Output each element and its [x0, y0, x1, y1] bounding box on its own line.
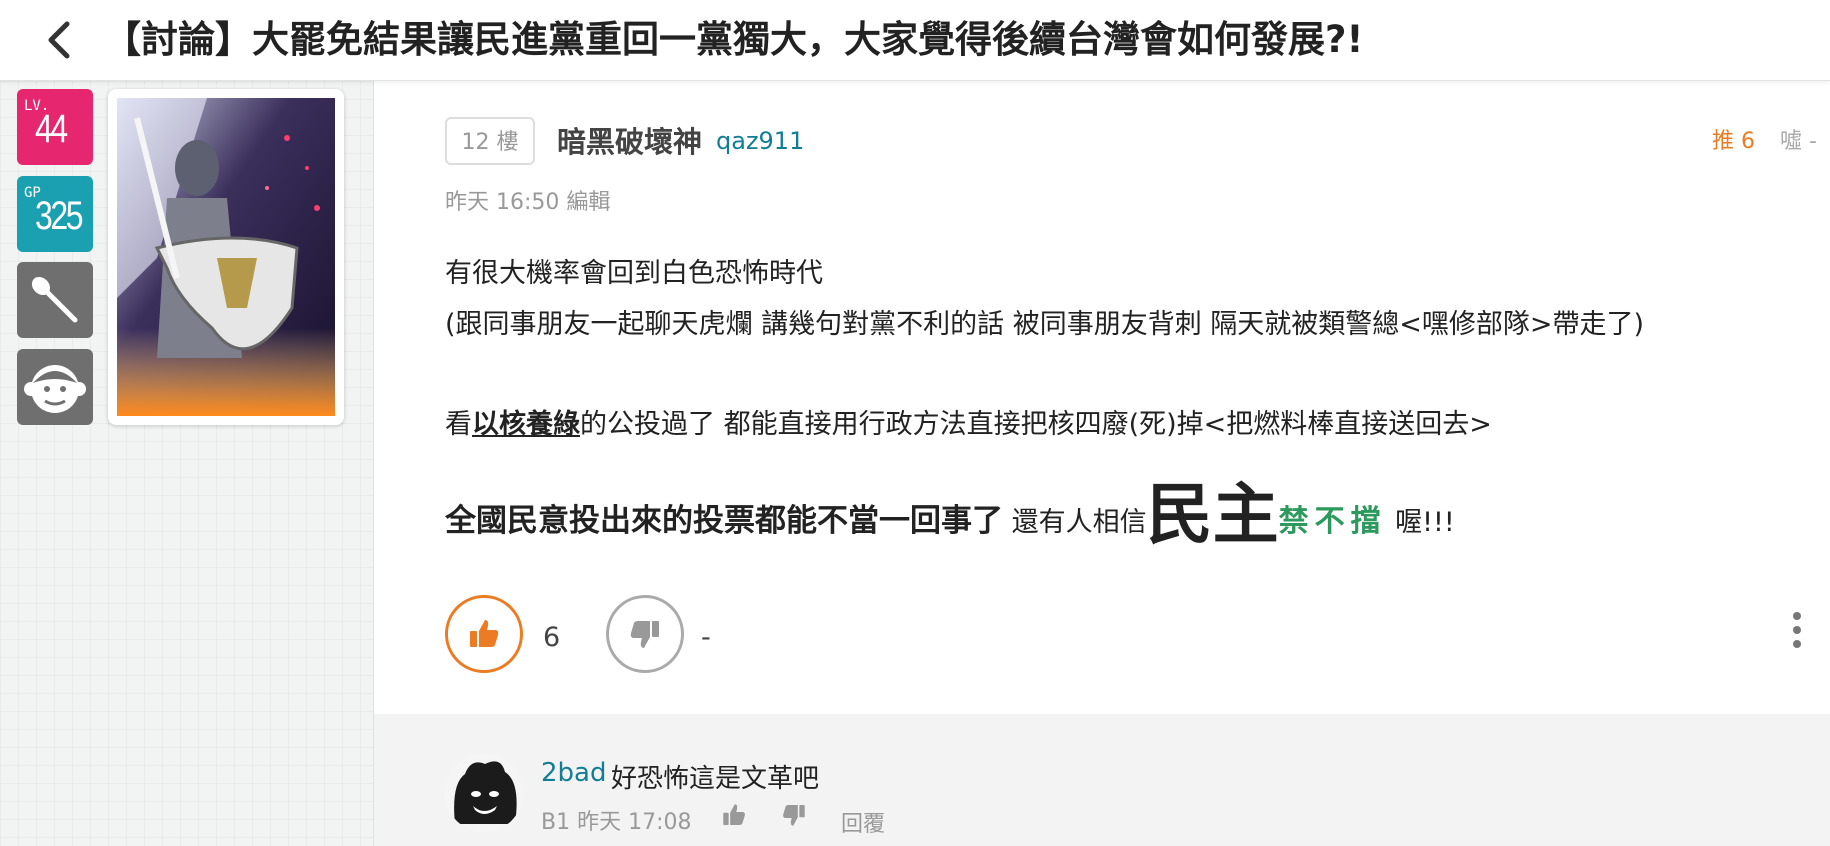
underlined-link[interactable]: 以核養綠: [472, 409, 580, 440]
content-line: (跟同事朋友一起聊天虎爛 講幾句對黨不利的話 被同事朋友背刺 隔天就被類警總<嘿…: [445, 309, 1645, 340]
dislike-button[interactable]: [606, 595, 684, 673]
large-text: 民主: [1146, 476, 1279, 553]
thumbs-up-icon: [470, 620, 499, 647]
content-text: 喔!!!: [1386, 507, 1455, 538]
green-text: 禁不擋: [1278, 504, 1387, 539]
more-dot-icon: [1793, 640, 1801, 648]
post-card: 12 樓 暗黑破壞神 qaz911 昨天 16:50 編輯 推 6 噓 - 有很…: [374, 81, 1830, 846]
content-line: 看以核養綠的公投過了 都能直接用行政方法直接把核四廢(死)掉<把燃料棒直接送回去…: [445, 402, 1492, 441]
thumbs-down-icon: [783, 805, 805, 826]
content-line: 有很大機率會回到白色恐怖時代: [445, 258, 823, 289]
like-count: 6: [543, 622, 561, 653]
thumbs-down-icon: [630, 621, 659, 648]
bold-text: 全國民意投出來的投票都能不當一回事了: [445, 503, 1003, 539]
thumbs-up-icon: [723, 804, 745, 825]
top-bar: 【討論】大罷免結果讓民進黨重回一黨獨大，大家覺得後續台灣會如何發展?!: [0, 0, 1830, 81]
more-options-button[interactable]: [1782, 605, 1812, 655]
chevron-left-icon: [48, 21, 70, 59]
floor-number[interactable]: 12 樓: [445, 117, 535, 165]
more-dot-icon: [1793, 626, 1801, 634]
content-line: 全國民意投出來的投票都能不當一回事了 還有人相信民主禁不擋 喔!!!: [445, 461, 1455, 557]
author-avatar: [117, 98, 335, 416]
monkey-face-icon: [24, 365, 86, 413]
comment-meta: B1 昨天 17:08: [541, 810, 692, 835]
comment-text: 好恐怖這是文革吧: [611, 764, 820, 794]
more-dot-icon: [1793, 612, 1801, 620]
face-badge[interactable]: [17, 349, 93, 425]
wand-icon: [31, 276, 78, 323]
wand-badge[interactable]: [17, 262, 93, 338]
boo-count[interactable]: 噓 -: [1780, 123, 1817, 155]
gp-value: 325: [35, 194, 84, 238]
comment-dislike-button[interactable]: [781, 802, 807, 832]
comment-section: 2bad 好恐怖這是文革吧 B1 昨天 17:08 回覆: [374, 714, 1830, 846]
back-button[interactable]: [36, 18, 80, 62]
thread-title: 【討論】大罷免結果讓民進黨重回一黨獨大，大家覺得後續台灣會如何發展?!: [104, 18, 1364, 61]
reply-button[interactable]: 回覆: [841, 806, 885, 838]
level-badge[interactable]: LV. 44: [17, 89, 93, 165]
author-name[interactable]: 暗黑破壞神: [557, 119, 702, 161]
like-button[interactable]: [445, 595, 523, 673]
gp-badge[interactable]: GP 325: [17, 176, 93, 252]
author-id[interactable]: qaz911: [716, 127, 804, 155]
push-count[interactable]: 推 6: [1712, 123, 1755, 155]
commenter-avatar[interactable]: [445, 754, 523, 832]
level-value: 44: [35, 107, 68, 151]
commenter-name[interactable]: 2bad: [541, 758, 606, 788]
comment-like-button[interactable]: [721, 802, 747, 832]
post-timestamp: 昨天 16:50 編輯: [445, 190, 611, 215]
content-text: 的公投過了 都能直接用行政方法直接把核四廢(死)掉<把燃料棒直接送回去>: [580, 409, 1492, 440]
content-text: 看: [445, 409, 472, 440]
author-avatar-card[interactable]: [108, 89, 344, 425]
dislike-count: -: [701, 622, 711, 653]
content-text: 還有人相信: [1003, 507, 1147, 538]
